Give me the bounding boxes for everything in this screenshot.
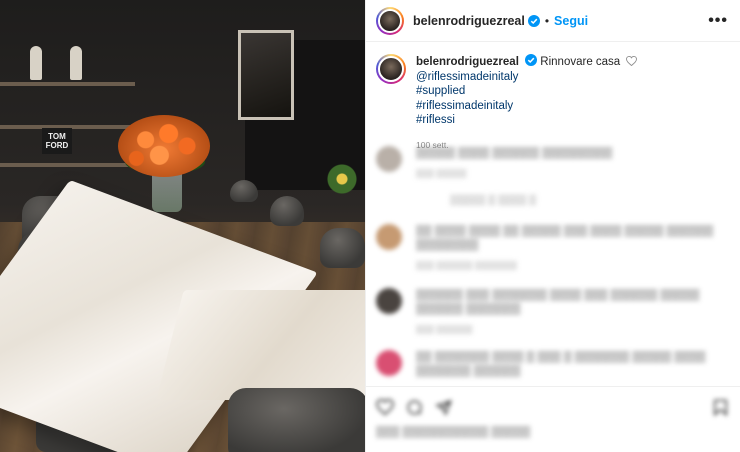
shelf	[0, 82, 135, 86]
view-replies-link[interactable]: ▒▒▒▒▒ ▒ ▒▒▒▒ ▒	[450, 195, 536, 206]
follow-button[interactable]: Segui	[554, 14, 588, 28]
decor-vase	[30, 46, 42, 80]
commenter-avatar[interactable]	[376, 146, 402, 172]
chair	[228, 388, 365, 452]
comment-body: ▒▒ ▒▒▒▒▒▒▒ ▒▒▒▒ ▒ ▒▒▒ ▒ ▒▒▒▒▒▒▒ ▒▒▒▒▒ ▒▒…	[416, 350, 731, 384]
plant	[322, 160, 362, 198]
comment-text: ▒▒▒▒▒▒ ▒▒▒ ▒▒▒▒▒▒▒ ▒▒▒▒ ▒▒▒ ▒▒▒▒▒▒ ▒▒▒▒▒…	[416, 289, 700, 315]
more-options-icon[interactable]: •••	[708, 12, 728, 30]
instagram-post: TOM FORD belenrodriguezreal • Segui •••	[0, 0, 740, 452]
post-caption: belenrodriguezreal Rinnovare casa @rifle…	[366, 42, 740, 152]
marble-table-extension	[156, 290, 365, 400]
comment-text: ▒▒ ▒▒▒▒ ▒▒▒▒ ▒▒ ▒▒▒▒▒ ▒▒▒ ▒▒▒▒ ▒▒▒▒▒ ▒▒▒…	[416, 225, 714, 251]
post-sidebar: belenrodriguezreal • Segui ••• belenrodr…	[365, 0, 740, 452]
shelf	[0, 163, 135, 167]
author-username[interactable]: belenrodriguezreal	[413, 14, 525, 28]
tulip-bouquet	[118, 115, 210, 177]
commenter-avatar[interactable]	[376, 350, 402, 376]
caption-text: Rinnovare casa	[540, 56, 621, 68]
chair	[320, 228, 365, 268]
chair	[230, 180, 258, 202]
likes-count[interactable]: ▒▒▒ ▒▒▒▒▒▒▒▒▒▒▒ ▒▒▒▒▒	[366, 416, 740, 438]
comment-body: ▒▒ ▒▒▒▒ ▒▒▒▒ ▒▒ ▒▒▒▒▒ ▒▒▒ ▒▒▒▒ ▒▒▒▒▒ ▒▒▒…	[416, 224, 731, 272]
comment-body: ▒▒▒▒▒▒ ▒▒▒ ▒▒▒▒▒▒▒ ▒▒▒▒ ▒▒▒ ▒▒▒▒▒▒ ▒▒▒▒▒…	[416, 288, 731, 336]
comment-text: ▒▒ ▒▒▒▒▒▒▒ ▒▒▒▒ ▒ ▒▒▒ ▒ ▒▒▒▒▒▒▒ ▒▒▒▒▒ ▒▒…	[416, 351, 706, 377]
hashtag[interactable]: #riflessimadeinitaly	[416, 99, 728, 114]
post-header: belenrodriguezreal • Segui •••	[366, 0, 740, 42]
caption-mention[interactable]: @riflessimadeinitaly	[416, 71, 518, 83]
caption-author-avatar[interactable]	[376, 54, 406, 84]
separator-dot: •	[544, 13, 550, 28]
wall-artwork	[238, 30, 294, 120]
comment-body: ▒▒▒▒▒ ▒▒▒▒ ▒▒▒▒▒▒ ▒▒▒▒▒▒▒▒▒ ▒▒▒ ▒▒▒▒▒	[416, 146, 612, 180]
caption-body: belenrodriguezreal Rinnovare casa @rifle…	[416, 54, 728, 152]
tom-ford-book: TOM FORD	[42, 128, 72, 154]
commenter-avatar[interactable]	[376, 224, 402, 250]
action-bar	[366, 387, 740, 416]
save-bookmark-icon[interactable]	[713, 399, 728, 416]
post-photo[interactable]: TOM FORD	[0, 0, 365, 452]
comment-meta: ▒▒▒ ▒▒▒▒▒	[416, 168, 467, 178]
hashtag[interactable]: #supplied	[416, 84, 728, 99]
post-footer: ▒▒▒ ▒▒▒▒▒▒▒▒▒▒▒ ▒▒▒▒▒	[366, 386, 740, 452]
verified-badge-icon	[527, 14, 540, 27]
hashtag[interactable]: #riflessi	[416, 113, 728, 128]
author-avatar[interactable]	[376, 6, 404, 35]
comment: ▒▒▒▒▒▒ ▒▒▒ ▒▒▒▒▒▒▒ ▒▒▒▒ ▒▒▒ ▒▒▒▒▒▒ ▒▒▒▒▒…	[376, 288, 731, 336]
like-heart-icon[interactable]	[376, 399, 394, 415]
commenter-avatar[interactable]	[376, 288, 402, 314]
verified-badge-icon	[525, 54, 538, 66]
decor-vase	[70, 46, 82, 80]
comment-text: ▒▒▒▒▒ ▒▒▒▒ ▒▒▒▒▒▒ ▒▒▒▒▒▒▒▒▒	[416, 147, 613, 159]
comment-meta: ▒▒▒ ▒▒▒▒▒▒	[416, 324, 473, 334]
share-send-icon[interactable]	[435, 399, 452, 416]
comment-bubble-icon[interactable]	[406, 399, 423, 416]
comment: ▒▒▒▒▒ ▒▒▒▒ ▒▒▒▒▒▒ ▒▒▒▒▒▒▒▒▒ ▒▒▒ ▒▒▒▒▒	[376, 146, 731, 180]
caption-username[interactable]: belenrodriguezreal	[416, 56, 519, 68]
heart-outline-icon	[626, 55, 638, 67]
comment: ▒▒ ▒▒▒▒▒▒▒ ▒▒▒▒ ▒ ▒▒▒ ▒ ▒▒▒▒▒▒▒ ▒▒▒▒▒ ▒▒…	[376, 350, 731, 384]
comment-meta: ▒▒▒ ▒▒▒▒▒▒ ▒▒▒▒▒▒▒	[416, 260, 518, 270]
chair	[270, 196, 304, 226]
comment: ▒▒ ▒▒▒▒ ▒▒▒▒ ▒▒ ▒▒▒▒▒ ▒▒▒ ▒▒▒▒ ▒▒▒▒▒ ▒▒▒…	[376, 224, 731, 272]
